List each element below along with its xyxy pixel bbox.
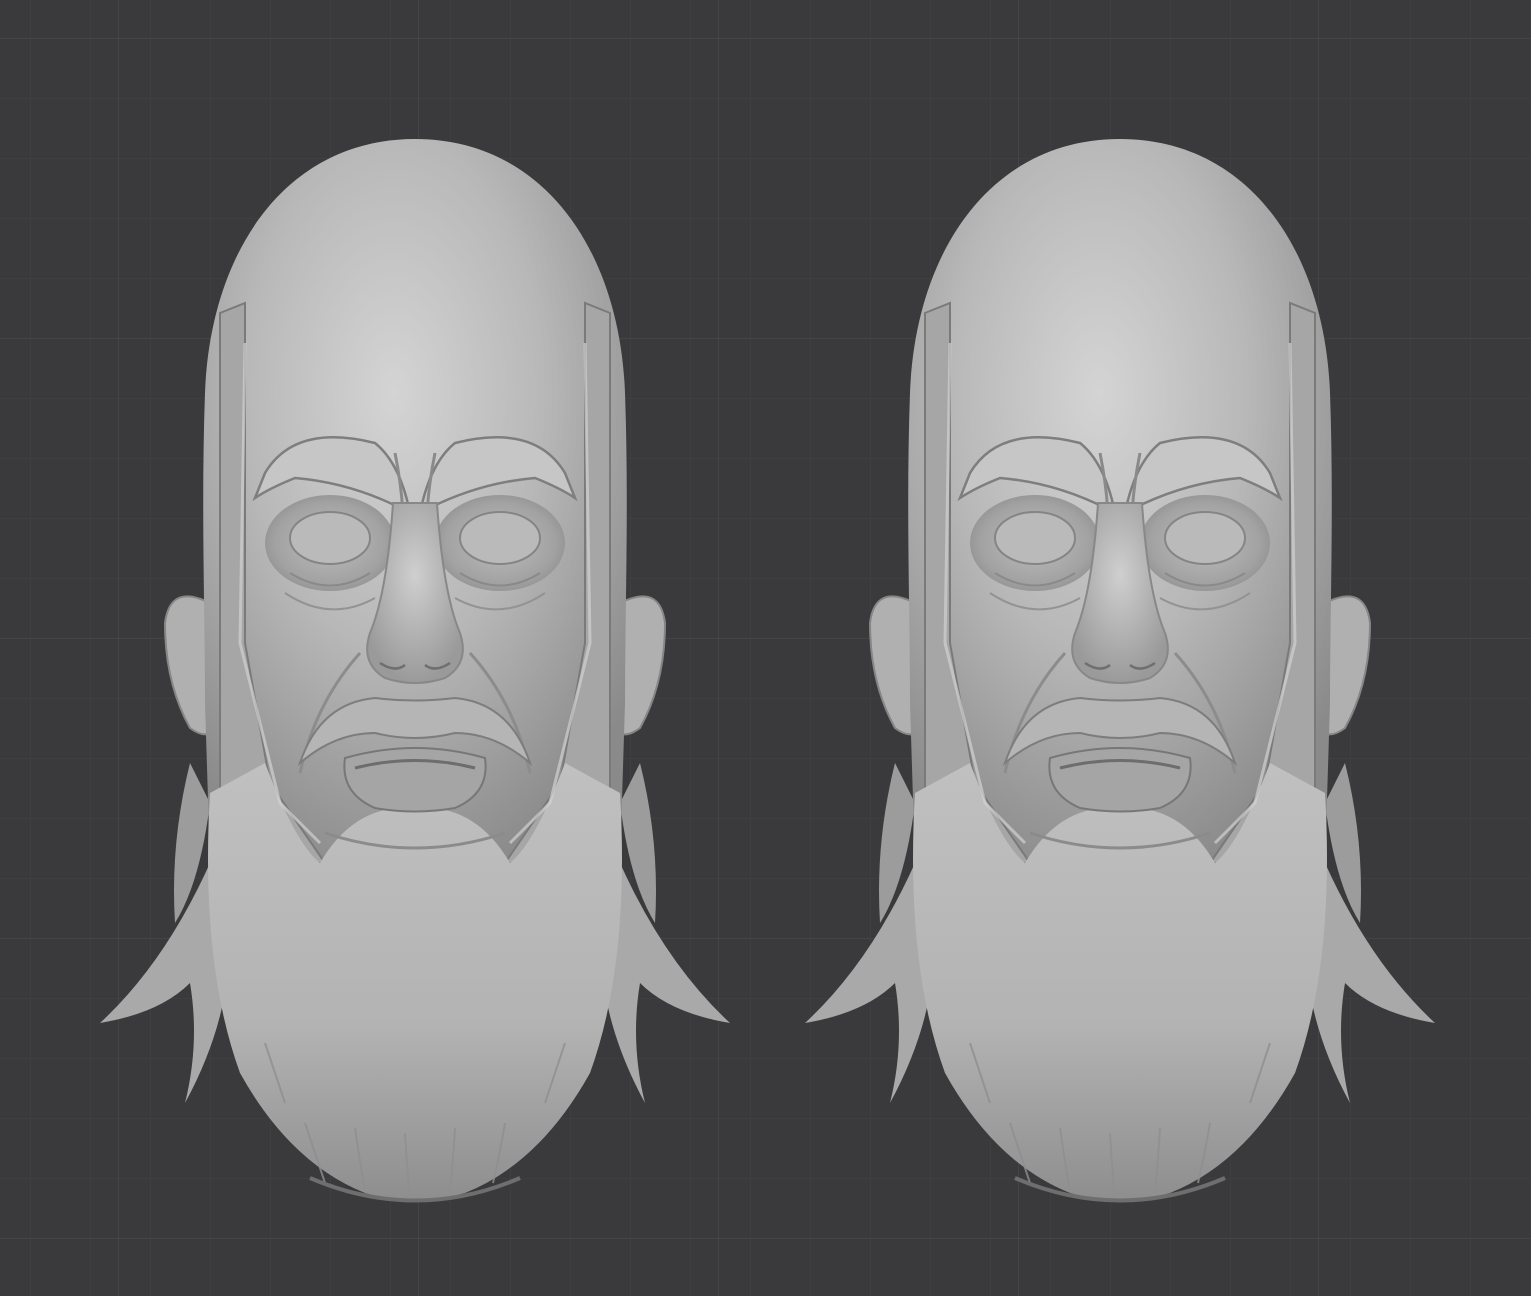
viewport-canvas[interactable]	[0, 0, 1531, 1296]
3d-viewport[interactable]	[0, 0, 1531, 1296]
